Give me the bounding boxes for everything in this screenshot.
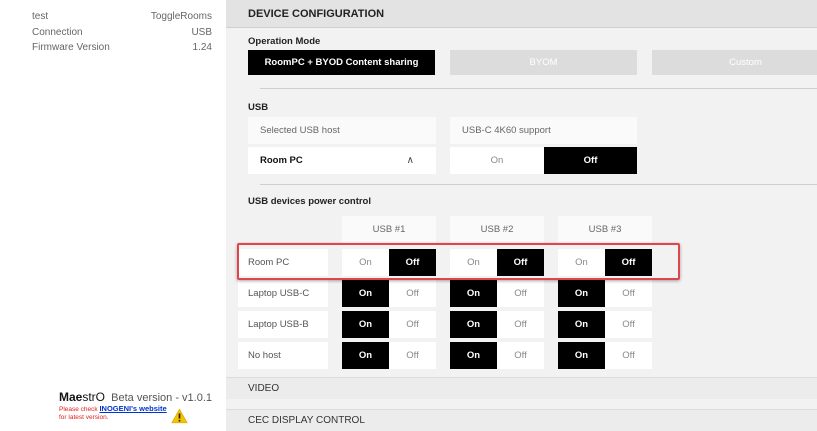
- connection-label: Connection: [32, 27, 83, 38]
- room-pc-usb1-off[interactable]: Off: [389, 249, 436, 276]
- firmware-value: 1.24: [192, 42, 212, 53]
- sidebar: test ToggleRooms Connection USB Firmware…: [0, 0, 226, 431]
- no-host-usb2-off[interactable]: Off: [497, 342, 544, 369]
- firmware-label: Firmware Version: [32, 42, 110, 53]
- no-host-usb1-off[interactable]: Off: [389, 342, 436, 369]
- update-note-prefix: Please check: [59, 406, 100, 413]
- room-pc-usb3-on[interactable]: On: [558, 249, 605, 276]
- row-label-laptop-usb-c: Laptop USB-C: [238, 280, 328, 307]
- selected-usb-host-label: Selected USB host: [248, 117, 436, 144]
- laptop-usb-b-usb1-off[interactable]: Off: [389, 311, 436, 338]
- column-usb-1: USB #1: [342, 216, 436, 243]
- device-name-label: test: [32, 11, 49, 22]
- chevron-up-icon: ∧: [406, 155, 414, 166]
- mode-custom-button[interactable]: Custom: [652, 50, 817, 75]
- room-pc-usb1-on[interactable]: On: [342, 249, 389, 276]
- laptop-usb-c-usb1-off[interactable]: Off: [389, 280, 436, 307]
- cec-display-control-header[interactable]: CEC DISPLAY CONTROL: [226, 409, 817, 431]
- no-host-usb3-off[interactable]: Off: [605, 342, 652, 369]
- mode-byom-button[interactable]: BYOM: [450, 50, 637, 75]
- laptop-usb-c-usb3-off[interactable]: Off: [605, 280, 652, 307]
- column-usb-3: USB #3: [558, 216, 652, 243]
- laptop-usb-b-usb3-on[interactable]: On: [558, 311, 605, 338]
- usb-c-4k60-off-toggle[interactable]: Off: [544, 147, 637, 174]
- brand-logo-rest: strO: [82, 390, 106, 404]
- brand: MaestrO Beta version - v1.0.1: [59, 390, 212, 404]
- usb-c-4k60-on-toggle[interactable]: On: [450, 147, 544, 174]
- laptop-usb-b-usb1-on[interactable]: On: [342, 311, 389, 338]
- update-note-suffix: for latest version.: [59, 414, 109, 421]
- app-window: test ToggleRooms Connection USB Firmware…: [0, 0, 817, 431]
- brand-version: Beta version - v1.0.1: [111, 392, 213, 404]
- usb-host-select[interactable]: Room PC ∧: [248, 147, 436, 174]
- usb-c-4k60-label: USB-C 4K60 support: [450, 117, 637, 144]
- website-link[interactable]: INOGENI's website: [99, 404, 166, 413]
- laptop-usb-b-usb3-off[interactable]: Off: [605, 311, 652, 338]
- usb-title: USB: [248, 102, 269, 113]
- power-control-title: USB devices power control: [248, 196, 372, 207]
- mode-roompc-byod-button[interactable]: RoomPC + BYOD Content sharing: [248, 50, 435, 75]
- warning-icon: [171, 408, 188, 424]
- laptop-usb-c-usb3-on[interactable]: On: [558, 280, 605, 307]
- laptop-usb-c-usb2-off[interactable]: Off: [497, 280, 544, 307]
- device-name-value: ToggleRooms: [150, 11, 212, 22]
- column-usb-2: USB #2: [450, 216, 544, 243]
- operation-mode-title: Operation Mode: [248, 36, 321, 47]
- divider: [260, 88, 817, 89]
- no-host-usb1-on[interactable]: On: [342, 342, 389, 369]
- update-note: Please check INOGENI's website for lates…: [59, 405, 179, 422]
- divider: [260, 184, 817, 185]
- usb-host-selected-value: Room PC: [260, 155, 303, 166]
- row-label-room-pc: Room PC: [238, 249, 328, 276]
- info-row-device: test ToggleRooms: [32, 11, 212, 23]
- main-panel: DEVICE CONFIGURATION Operation Mode Room…: [226, 0, 817, 431]
- laptop-usb-c-usb1-on[interactable]: On: [342, 280, 389, 307]
- device-configuration-header[interactable]: DEVICE CONFIGURATION: [226, 0, 817, 28]
- row-label-laptop-usb-b: Laptop USB-B: [238, 311, 328, 338]
- section-title: DEVICE CONFIGURATION: [248, 8, 385, 20]
- row-label-no-host: No host: [238, 342, 328, 369]
- info-row-firmware: Firmware Version 1.24: [32, 42, 212, 54]
- room-pc-usb3-off[interactable]: Off: [605, 249, 652, 276]
- info-row-connection: Connection USB: [32, 27, 212, 39]
- no-host-usb3-on[interactable]: On: [558, 342, 605, 369]
- laptop-usb-b-usb2-off[interactable]: Off: [497, 311, 544, 338]
- laptop-usb-b-usb2-on[interactable]: On: [450, 311, 497, 338]
- room-pc-usb2-off[interactable]: Off: [497, 249, 544, 276]
- connection-value: USB: [191, 27, 212, 38]
- no-host-usb2-on[interactable]: On: [450, 342, 497, 369]
- laptop-usb-c-usb2-on[interactable]: On: [450, 280, 497, 307]
- brand-logo-bold: Mae: [59, 390, 83, 404]
- room-pc-usb2-on[interactable]: On: [450, 249, 497, 276]
- video-section-header[interactable]: VIDEO: [226, 377, 817, 399]
